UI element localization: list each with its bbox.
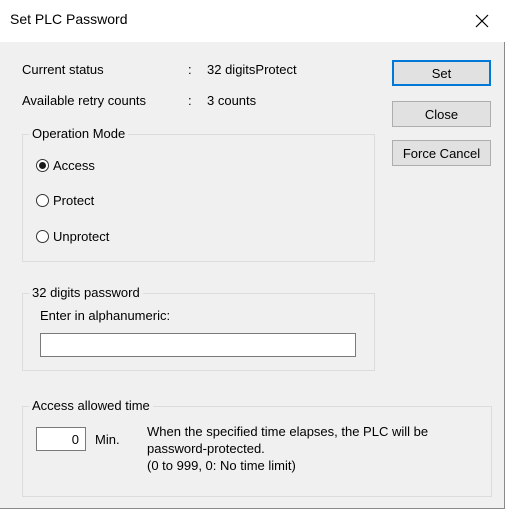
- password-prompt: Enter in alphanumeric:: [40, 308, 171, 323]
- set-plc-password-dialog: Set PLC Password Current status : 32 dig…: [0, 0, 505, 509]
- password-group: 32 digits password Enter in alphanumeric…: [22, 285, 375, 371]
- retry-count-separator: :: [188, 93, 192, 108]
- retry-count-value: 3 counts: [207, 93, 257, 108]
- current-status-separator: :: [188, 62, 192, 77]
- radio-protect[interactable]: Protect: [36, 193, 94, 208]
- close-button[interactable]: Close: [392, 101, 491, 127]
- operation-mode-group: Operation Mode Access Protect Unprotect: [22, 126, 375, 262]
- radio-unchecked-icon: [36, 194, 49, 207]
- current-status-label: Current status: [22, 62, 104, 77]
- set-button[interactable]: Set: [392, 60, 491, 86]
- dialog-title: Set PLC Password: [10, 11, 128, 27]
- operation-mode-title: Operation Mode: [29, 126, 129, 141]
- password-group-title: 32 digits password: [29, 285, 143, 300]
- close-window-button[interactable]: [459, 0, 505, 42]
- password-input[interactable]: [40, 333, 356, 357]
- access-time-title: Access allowed time: [29, 398, 153, 413]
- radio-unchecked-icon: [36, 230, 49, 243]
- title-bar: Set PLC Password: [0, 0, 505, 42]
- radio-access-label: Access: [53, 158, 95, 173]
- access-time-description-line2: password-protected.: [147, 441, 265, 456]
- close-icon: [475, 14, 489, 28]
- access-time-description-line1: When the specified time elapses, the PLC…: [147, 424, 429, 439]
- retry-count-label: Available retry counts: [22, 93, 147, 108]
- radio-protect-label: Protect: [53, 193, 95, 208]
- current-status-value: 32 digitsProtect: [207, 62, 297, 77]
- minutes-input[interactable]: [36, 427, 86, 451]
- access-time-description-line3: (0 to 999, 0: No time limit): [147, 458, 296, 473]
- radio-access[interactable]: Access: [36, 158, 95, 173]
- radio-unprotect-label: Unprotect: [53, 229, 110, 244]
- minutes-unit-label: Min.: [95, 432, 120, 447]
- force-cancel-button[interactable]: Force Cancel: [392, 140, 491, 166]
- radio-checked-icon: [36, 159, 49, 172]
- radio-unprotect[interactable]: Unprotect: [36, 229, 109, 244]
